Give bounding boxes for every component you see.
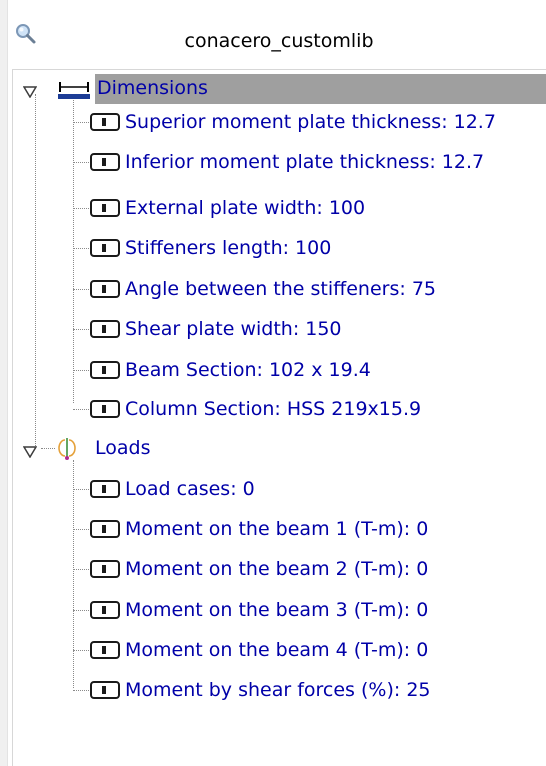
tree-item-label: Beam Section: 102 x 19.4: [125, 359, 371, 381]
tree-item[interactable]: Moment on the beam 3 (T-m): 0: [73, 596, 543, 626]
tree-connector: [73, 650, 89, 651]
parameter-icon: [90, 520, 120, 538]
tree-item[interactable]: Column Section: HSS 219x15.9: [73, 395, 543, 425]
parameter-icon: [90, 400, 120, 418]
tree-item-label: Angle between the stiffeners: 75: [125, 278, 436, 300]
tree-group-label: Loads: [95, 437, 151, 459]
library-panel: conacero_customlib Dimensions Superior m…: [0, 0, 546, 766]
parameter-icon: [90, 601, 120, 619]
parameter-icon: [90, 239, 120, 257]
tree-item-label: Moment on the beam 2 (T-m): 0: [125, 558, 429, 580]
tree-item-label: Moment by shear forces (%): 25: [125, 679, 431, 701]
tree-group-label: Dimensions: [97, 77, 208, 99]
parameter-icon: [90, 320, 120, 338]
tree-connector: [73, 610, 89, 611]
parameter-icon: [90, 361, 120, 379]
tree-item-label: Moment on the beam 4 (T-m): 0: [125, 639, 429, 661]
expand-toggle-icon[interactable]: [22, 443, 38, 459]
tree-connector: [73, 329, 89, 330]
tree-item-label: Moment on the beam 1 (T-m): 0: [125, 518, 429, 540]
tree-connector: [73, 248, 89, 249]
tree-item-label: Superior moment plate thickness: 12.7: [125, 111, 496, 133]
tree-item[interactable]: Inferior moment plate thickness: 12.7: [73, 148, 543, 178]
search-bar[interactable]: conacero_customlib: [12, 22, 546, 60]
parameter-icon: [90, 560, 120, 578]
tree-connector: [35, 94, 36, 446]
tree-item-label: Inferior moment plate thickness: 12.7: [125, 151, 485, 173]
tree-connector: [73, 162, 89, 163]
parameter-tree: Dimensions Superior moment plate thickne…: [12, 69, 546, 766]
parameter-icon: [90, 681, 120, 699]
tree-item[interactable]: External plate width: 100: [73, 194, 543, 224]
tree-item-label: Load cases: 0: [125, 478, 255, 500]
tree-connector: [73, 409, 89, 410]
tree-item[interactable]: Moment by shear forces (%): 25: [73, 676, 543, 706]
parameter-icon: [90, 199, 120, 217]
tree-item[interactable]: Moment on the beam 2 (T-m): 0: [73, 555, 543, 585]
tree-connector: [73, 208, 89, 209]
tree-group-dimensions[interactable]: Dimensions: [13, 74, 546, 104]
tree-connector: [73, 529, 89, 530]
tree-item[interactable]: Moment on the beam 1 (T-m): 0: [73, 515, 543, 545]
tree-connector: [73, 370, 89, 371]
tree-item[interactable]: Stiffeners length: 100: [73, 234, 543, 264]
dimension-icon: [56, 76, 92, 102]
tree-connector: [73, 289, 89, 290]
tree-group-loads[interactable]: Loads: [13, 434, 546, 464]
expand-toggle-icon[interactable]: [22, 83, 38, 99]
tree-item-label: Moment on the beam 3 (T-m): 0: [125, 599, 429, 621]
library-title: conacero_customlib: [184, 30, 374, 52]
tree-item[interactable]: Moment on the beam 4 (T-m): 0: [73, 636, 543, 666]
parameter-icon: [90, 113, 120, 131]
parameter-icon: [90, 153, 120, 171]
tree-connector: [73, 122, 89, 123]
tree-connector: [73, 489, 89, 490]
panel-left-border: [0, 0, 8, 766]
load-icon: [57, 436, 81, 462]
parameter-icon: [90, 480, 120, 498]
tree-item-label: External plate width: 100: [125, 197, 366, 219]
parameter-icon: [90, 641, 120, 659]
parameter-icon: [90, 280, 120, 298]
tree-connector: [73, 569, 89, 570]
tree-item[interactable]: Shear plate width: 150: [73, 315, 543, 345]
tree-item[interactable]: Load cases: 0: [73, 475, 543, 505]
tree-item-label: Column Section: HSS 219x15.9: [125, 398, 422, 420]
tree-item-label: Stiffeners length: 100: [125, 237, 332, 259]
tree-item[interactable]: Angle between the stiffeners: 75: [73, 275, 543, 305]
tree-item[interactable]: Superior moment plate thickness: 12.7: [73, 108, 543, 138]
tree-item-label: Shear plate width: 150: [125, 318, 342, 340]
tree-item[interactable]: Beam Section: 102 x 19.4: [73, 356, 543, 386]
tree-connector: [73, 690, 89, 691]
